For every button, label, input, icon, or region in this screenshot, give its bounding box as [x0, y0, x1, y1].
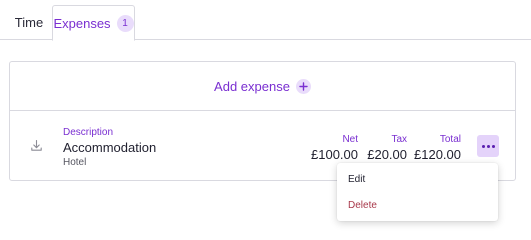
tab-bar: Time Expenses 1 — [0, 0, 531, 41]
net-label: Net — [342, 134, 358, 145]
more-options-button[interactable] — [477, 135, 499, 157]
more-dot — [491, 144, 495, 148]
add-expense-button[interactable]: Add expense — [214, 79, 290, 94]
description-label: Description — [63, 127, 114, 138]
tax-value: £20.00 — [367, 147, 407, 162]
plus-icon[interactable] — [295, 78, 311, 94]
tab-time[interactable]: Time — [8, 5, 50, 40]
tab-expenses[interactable]: Expenses 1 — [52, 5, 135, 41]
total-label: Total — [439, 134, 461, 145]
more-dot — [486, 144, 490, 148]
add-expense-row: Add expense — [10, 62, 515, 111]
expenses-screen: Time Expenses 1 Add expense Description … — [0, 0, 531, 240]
more-horizontal-icon — [481, 144, 485, 148]
net-value: £100.00 — [311, 147, 358, 162]
tab-time-label: Time — [14, 15, 44, 30]
download-icon[interactable] — [30, 139, 43, 152]
expense-category: Hotel — [63, 157, 87, 168]
tab-expenses-count-badge: 1 — [116, 14, 134, 32]
menu-item-delete[interactable]: Delete — [337, 192, 498, 218]
expense-actions-menu: Edit Delete — [337, 163, 498, 221]
menu-item-edit[interactable]: Edit — [337, 166, 498, 192]
expense-title: Accommodation — [63, 140, 157, 155]
total-value: £120.00 — [414, 147, 461, 162]
tab-expenses-label: Expenses — [53, 15, 111, 31]
tax-label: Tax — [391, 134, 407, 145]
